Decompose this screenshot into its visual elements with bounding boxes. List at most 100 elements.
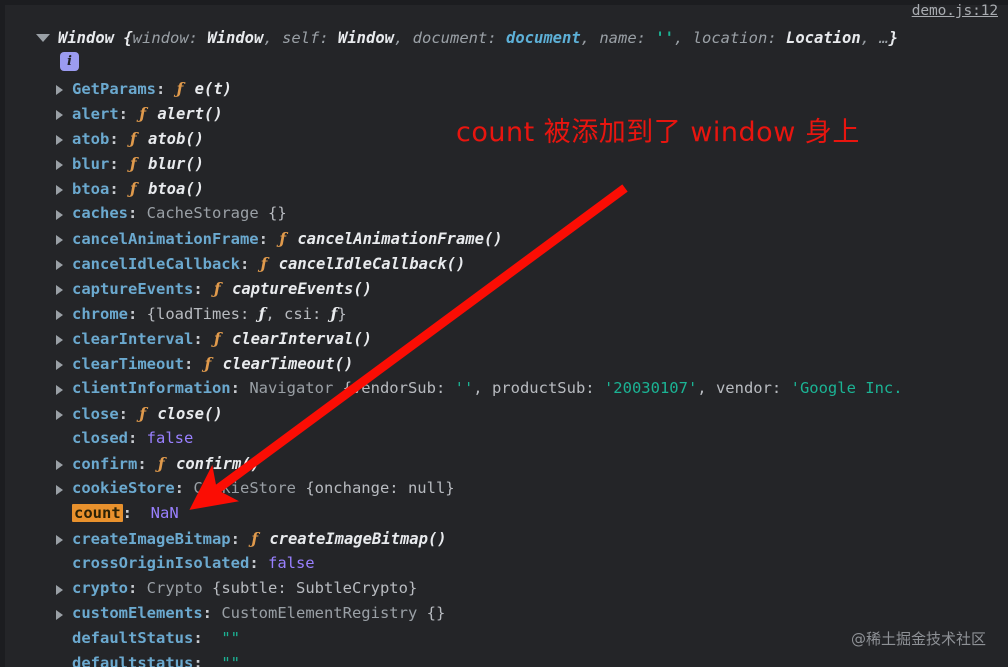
property-colon: :	[249, 554, 268, 572]
header-entry-value: Window	[207, 29, 264, 47]
property-row[interactable]: blur: ƒ blur()	[0, 151, 1008, 176]
property-row[interactable]: count: NaN	[0, 501, 1008, 526]
property-name[interactable]: cookieStore	[72, 479, 175, 497]
property-row[interactable]: crossOriginIsolated: false	[0, 551, 1008, 576]
property-colon: :	[258, 230, 278, 248]
property-row[interactable]: cancelAnimationFrame: ƒ cancelAnimationF…	[0, 226, 1008, 251]
disclosure-triangle-icon[interactable]	[56, 385, 63, 395]
disclosure-triangle-icon[interactable]	[56, 410, 63, 420]
property-name[interactable]: createImageBitmap	[72, 530, 231, 548]
property-row[interactable]: defaultstatus: ""	[0, 651, 1008, 667]
property-colon: :	[193, 629, 212, 647]
disclosure-triangle-icon[interactable]	[56, 260, 63, 270]
property-row-content: caches: CacheStorage {}	[56, 201, 287, 226]
disclosure-triangle-icon[interactable]	[56, 535, 63, 545]
property-name[interactable]: blur	[72, 155, 109, 173]
property-row-content: blur: ƒ blur()	[56, 151, 204, 176]
property-name[interactable]: crypto	[72, 579, 128, 597]
property-row[interactable]: crypto: Crypto {subtle: SubtleCrypto}	[0, 576, 1008, 601]
property-name[interactable]: chrome	[72, 305, 128, 323]
property-name[interactable]: clientInformation	[72, 379, 231, 397]
disclosure-triangle-icon[interactable]	[56, 235, 63, 245]
property-value-boolean: false	[146, 429, 194, 447]
property-colon: :	[128, 579, 147, 597]
property-value-preview-token: , csi:	[265, 305, 331, 323]
disclosure-triangle-icon[interactable]	[56, 360, 63, 370]
property-row-content: clearTimeout: ƒ clearTimeout()	[56, 351, 353, 376]
disclosure-triangle-icon[interactable]	[56, 160, 63, 170]
source-link[interactable]: demo.js:12	[912, 3, 998, 19]
property-row[interactable]: captureEvents: ƒ captureEvents()	[0, 276, 1008, 301]
object-header-text: Window {window: Window, self: Window, do…	[58, 26, 898, 50]
property-colon: :	[183, 355, 203, 373]
property-row-content: count: NaN	[56, 501, 179, 526]
header-entry-value: Window	[338, 29, 394, 47]
property-row[interactable]: chrome: {loadTimes: ƒ, csi: ƒ}	[0, 301, 1008, 326]
property-value-function: alert()	[148, 105, 223, 123]
property-value-function: createImageBitmap()	[259, 530, 447, 548]
property-row[interactable]: caches: CacheStorage {}	[0, 201, 1008, 226]
property-name[interactable]: close	[72, 405, 119, 423]
property-name[interactable]: clearInterval	[72, 330, 193, 348]
property-row[interactable]: cookieStore: CookieStore {onchange: null…	[0, 476, 1008, 501]
info-badge-icon[interactable]: i	[60, 52, 79, 71]
object-header-row[interactable]: Window {window: Window, self: Window, do…	[0, 26, 1008, 50]
property-value-function: e(t)	[185, 80, 233, 98]
disclosure-triangle-icon[interactable]	[56, 135, 63, 145]
property-name[interactable]: clearTimeout	[72, 355, 184, 373]
property-row[interactable]: btoa: ƒ btoa()	[0, 176, 1008, 201]
disclosure-triangle-icon[interactable]	[56, 85, 63, 95]
disclosure-triangle-expanded-icon[interactable]	[36, 34, 50, 42]
disclosure-triangle-icon[interactable]	[56, 610, 63, 620]
disclosure-triangle-icon[interactable]	[56, 285, 63, 295]
property-row[interactable]: createImageBitmap: ƒ createImageBitmap()	[0, 526, 1008, 551]
property-row[interactable]: confirm: ƒ confirm()	[0, 451, 1008, 476]
property-name[interactable]: atob	[72, 130, 109, 148]
property-name[interactable]: cancelIdleCallback	[72, 255, 240, 273]
property-row[interactable]: GetParams: ƒ e(t)	[0, 76, 1008, 101]
header-open-brace: {	[123, 29, 133, 47]
disclosure-triangle-icon[interactable]	[56, 310, 63, 320]
disclosure-triangle-icon[interactable]	[56, 210, 63, 220]
property-row[interactable]: clientInformation: Navigator {vendorSub:…	[0, 376, 1008, 401]
property-row-content: close: ƒ close()	[56, 401, 223, 426]
property-colon: :	[193, 280, 212, 298]
disclosure-triangle-icon[interactable]	[56, 460, 63, 470]
property-name-highlighted[interactable]: count	[72, 504, 123, 522]
property-name[interactable]: confirm	[72, 455, 137, 473]
property-name[interactable]: defaultstatus	[72, 654, 193, 667]
property-row[interactable]: clearInterval: ƒ clearInterval()	[0, 326, 1008, 351]
property-colon: :	[239, 255, 259, 273]
disclosure-triangle-icon[interactable]	[56, 585, 63, 595]
property-name[interactable]: captureEvents	[72, 280, 193, 298]
header-separator: ,	[263, 29, 282, 47]
property-row[interactable]: customElements: CustomElementRegistry {}	[0, 601, 1008, 626]
property-row-content: createImageBitmap: ƒ createImageBitmap()	[56, 526, 447, 551]
property-row[interactable]: close: ƒ close()	[0, 401, 1008, 426]
disclosure-triangle-icon[interactable]	[56, 110, 63, 120]
property-name[interactable]: closed	[72, 429, 128, 447]
property-row-content: defaultStatus: ""	[56, 626, 240, 651]
property-name[interactable]: cancelAnimationFrame	[72, 230, 259, 248]
property-value-constructor: Navigator	[249, 379, 343, 397]
property-value-preview-token: , productSub:	[473, 379, 604, 397]
property-row[interactable]: cancelIdleCallback: ƒ cancelIdleCallback…	[0, 251, 1008, 276]
property-name[interactable]: alert	[72, 105, 119, 123]
disclosure-triangle-icon[interactable]	[56, 185, 63, 195]
property-name[interactable]: btoa	[72, 180, 109, 198]
property-name[interactable]: GetParams	[72, 80, 156, 98]
header-entry-key: window:	[132, 29, 208, 47]
disclosure-triangle-icon[interactable]	[56, 485, 63, 495]
property-name[interactable]: caches	[72, 204, 128, 222]
property-row[interactable]: clearTimeout: ƒ clearTimeout()	[0, 351, 1008, 376]
function-sigil-icon: ƒ	[139, 104, 147, 123]
property-value-function: captureEvents()	[222, 280, 372, 298]
property-name[interactable]: crossOriginIsolated	[72, 554, 249, 572]
property-name[interactable]: defaultStatus	[72, 629, 193, 647]
header-separator: ,	[394, 29, 413, 47]
property-colon: :	[230, 530, 250, 548]
property-row[interactable]: closed: false	[0, 426, 1008, 451]
disclosure-triangle-icon[interactable]	[56, 335, 63, 345]
function-sigil-icon: ƒ	[279, 229, 286, 248]
property-name[interactable]: customElements	[72, 604, 203, 622]
